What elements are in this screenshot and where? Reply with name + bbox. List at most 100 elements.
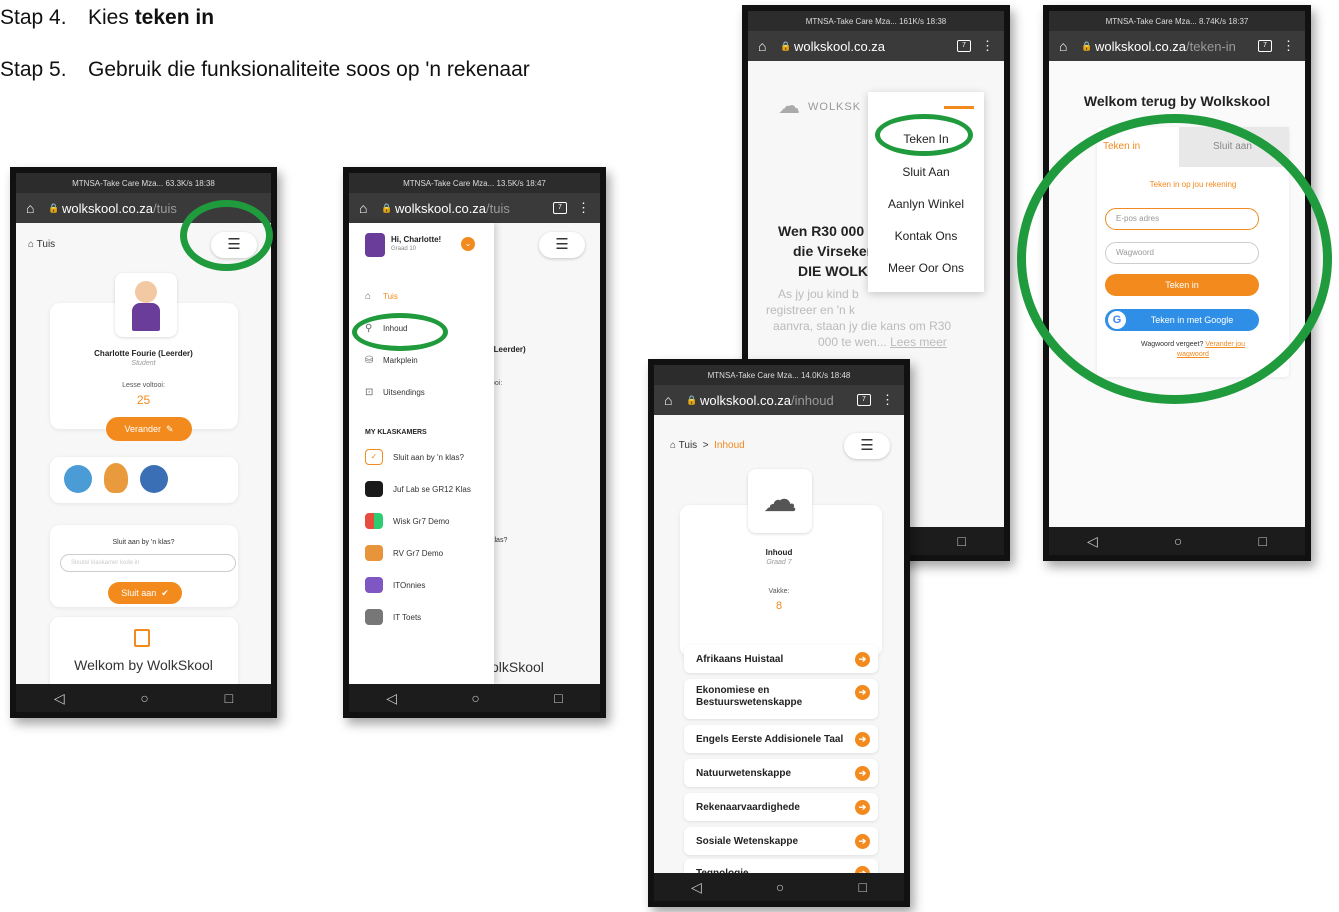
subjects-count: 8 <box>775 600 783 612</box>
browser-url-bar[interactable]: ⌂ 🔒 wolkskool.co.za/inhoud 7 ⋮ <box>654 385 904 415</box>
promo-headline: die Virseker <box>793 243 873 259</box>
highlight-ring-inhoud <box>352 313 448 351</box>
subjects-label: Vakke: <box>768 588 790 595</box>
menu-item-kontak-ons[interactable]: Kontak Ons <box>868 229 984 243</box>
breadcrumb-current: Inhoud <box>714 440 745 451</box>
url-text: wolkskool.co.za/inhoud <box>700 393 857 408</box>
join-class-button[interactable]: Sluit aan ✔ <box>108 582 182 604</box>
subject-label: Engels Eerste Addisionele Taal <box>696 733 844 745</box>
tabs-icon[interactable]: 7 <box>857 394 871 406</box>
edit-profile-button[interactable]: Verander ✎ <box>106 417 192 441</box>
subject-item[interactable]: Natuurwetenskappe ➔ <box>684 759 878 787</box>
square-recent-icon[interactable]: □ <box>554 690 562 706</box>
subject-item[interactable]: Afrikaans Huistaal ➔ <box>684 645 878 673</box>
class-item[interactable]: RV Gr7 Demo <box>365 545 443 561</box>
home-icon[interactable]: ⌂ <box>1059 38 1081 54</box>
class-item[interactable]: IT Toets <box>365 609 421 625</box>
profile-role: Student <box>131 360 156 367</box>
square-recent-icon[interactable]: □ <box>858 879 866 895</box>
pencil-icon: ✎ <box>166 423 174 434</box>
home-icon[interactable]: ⌂ <box>664 392 686 408</box>
back-icon[interactable]: ◁ <box>691 879 702 896</box>
subject-item[interactable]: Ekonomiese en Bestuurswetenskappe ➔ <box>684 679 878 719</box>
circle-home-icon[interactable]: ○ <box>776 879 784 895</box>
lock-icon: 🔒 <box>780 40 792 51</box>
square-recent-icon[interactable]: □ <box>1258 533 1266 549</box>
menu-item-aanlyn-winkel[interactable]: Aanlyn Winkel <box>868 197 984 211</box>
badge-balloon-icon <box>104 463 128 493</box>
circle-home-icon[interactable]: ○ <box>1174 533 1182 549</box>
tabs-icon[interactable]: 7 <box>553 202 567 214</box>
circle-home-icon[interactable]: ○ <box>471 690 479 706</box>
check-icon: ✓ <box>365 449 383 465</box>
chevron-down-icon[interactable]: ⌄ <box>461 237 475 251</box>
tabs-icon[interactable]: 7 <box>1258 40 1272 52</box>
class-icon <box>365 609 383 625</box>
square-recent-icon[interactable]: □ <box>957 533 965 549</box>
class-item[interactable]: Juf Lab se GR12 Klas <box>365 481 471 497</box>
class-label: Sluit aan by 'n klas? <box>393 452 464 462</box>
home-icon: ⌂ <box>365 291 372 302</box>
class-code-input[interactable]: Sleutel klaskamer kode in <box>60 554 236 572</box>
step-text: Gebruik die funksionaliteite soos op 'n … <box>88 58 530 81</box>
read-more-link[interactable]: Lees meer <box>890 335 947 349</box>
step-text: Kies <box>88 6 135 29</box>
menu-item-meer-oor-ons[interactable]: Meer Oor Ons <box>868 261 984 275</box>
back-icon[interactable]: ◁ <box>1087 533 1098 550</box>
class-icon <box>365 577 383 593</box>
background-welcome-text: olkSkool <box>491 659 544 675</box>
subject-item[interactable]: Sosiale Wetenskappe ➔ <box>684 827 878 855</box>
instruction-step-5: Stap 5. Gebruik die funksionaliteite soos… <box>0 58 530 82</box>
site-logo: WOLKSK <box>808 101 862 113</box>
subject-item[interactable]: Engels Eerste Addisionele Taal ➔ <box>684 725 878 753</box>
breadcrumb[interactable]: ⌂ Tuis <box>28 239 55 250</box>
drawer-item-markplein[interactable]: ⛁ Markplein <box>365 355 418 366</box>
url-path: /inhoud <box>791 392 834 408</box>
lock-icon: 🔒 <box>48 202 60 213</box>
drawer-item-label: Tuis <box>383 292 398 301</box>
subject-label: Sosiale Wetenskappe <box>696 835 799 847</box>
welcome-text: Welkom by WolkSkool <box>74 657 213 673</box>
join-label: Sluit aan <box>121 588 157 598</box>
breadcrumb-home[interactable]: Tuis <box>679 440 698 451</box>
subject-item[interactable]: Rekenaarvaardighede ➔ <box>684 793 878 821</box>
step-number: Stap 5. <box>0 58 67 81</box>
cloud-icon: ☁ <box>778 93 800 118</box>
class-item[interactable]: ITOnnies <box>365 577 425 593</box>
url-text: wolkskool.co.za/teken-in <box>1095 39 1258 54</box>
avatar-face <box>135 281 157 303</box>
browser-url-bar[interactable]: ⌂ 🔒 wolkskool.co.za/teken-in 7 ⋮ <box>1049 31 1305 61</box>
home-icon[interactable]: ⌂ <box>359 200 381 216</box>
home-icon: ⌂ <box>670 440 679 451</box>
edit-label: Verander <box>124 424 161 434</box>
hamburger-menu-button[interactable]: ☰ <box>844 433 890 459</box>
more-icon[interactable]: ⋮ <box>1282 38 1295 54</box>
drawer-item-uitsendings[interactable]: ⊡ Uitsendings <box>365 387 425 398</box>
subject-label: Natuurwetenskappe <box>696 767 792 779</box>
tabs-icon[interactable]: 7 <box>957 40 971 52</box>
back-icon[interactable]: ◁ <box>54 690 65 707</box>
url-host: wolkskool.co.za <box>1095 38 1187 54</box>
back-icon[interactable]: ◁ <box>386 690 397 707</box>
square-recent-icon[interactable]: □ <box>225 690 233 706</box>
hamburger-icon: ☰ <box>860 437 874 454</box>
more-icon[interactable]: ⋮ <box>981 38 994 54</box>
menu-item-sluit-aan[interactable]: Sluit Aan <box>868 165 984 179</box>
circle-home-icon[interactable]: ○ <box>140 690 148 706</box>
menu-bar-icon[interactable] <box>944 106 974 109</box>
hamburger-menu-button[interactable]: ☰ <box>539 232 585 258</box>
arrow-right-icon: ➔ <box>855 765 870 781</box>
home-icon[interactable]: ⌂ <box>758 38 780 54</box>
browser-url-bar[interactable]: ⌂ 🔒 wolkskool.co.za/tuis 7 ⋮ <box>349 193 600 223</box>
class-item[interactable]: Wisk Gr7 Demo <box>365 513 449 529</box>
broadcast-icon: ⊡ <box>365 387 374 398</box>
browser-url-bar[interactable]: ⌂ 🔒 wolkskool.co.za 7 ⋮ <box>748 31 1004 61</box>
home-icon[interactable]: ⌂ <box>26 200 48 216</box>
book-icon <box>134 629 150 647</box>
drawer-item-tuis[interactable]: ⌂ Tuis <box>365 291 398 302</box>
more-icon[interactable]: ⋮ <box>577 200 590 216</box>
url-text: wolkskool.co.za/tuis <box>395 201 553 216</box>
more-icon[interactable]: ⋮ <box>881 392 894 408</box>
class-item-join[interactable]: ✓ Sluit aan by 'n klas? <box>365 449 464 465</box>
class-icon <box>365 545 383 561</box>
